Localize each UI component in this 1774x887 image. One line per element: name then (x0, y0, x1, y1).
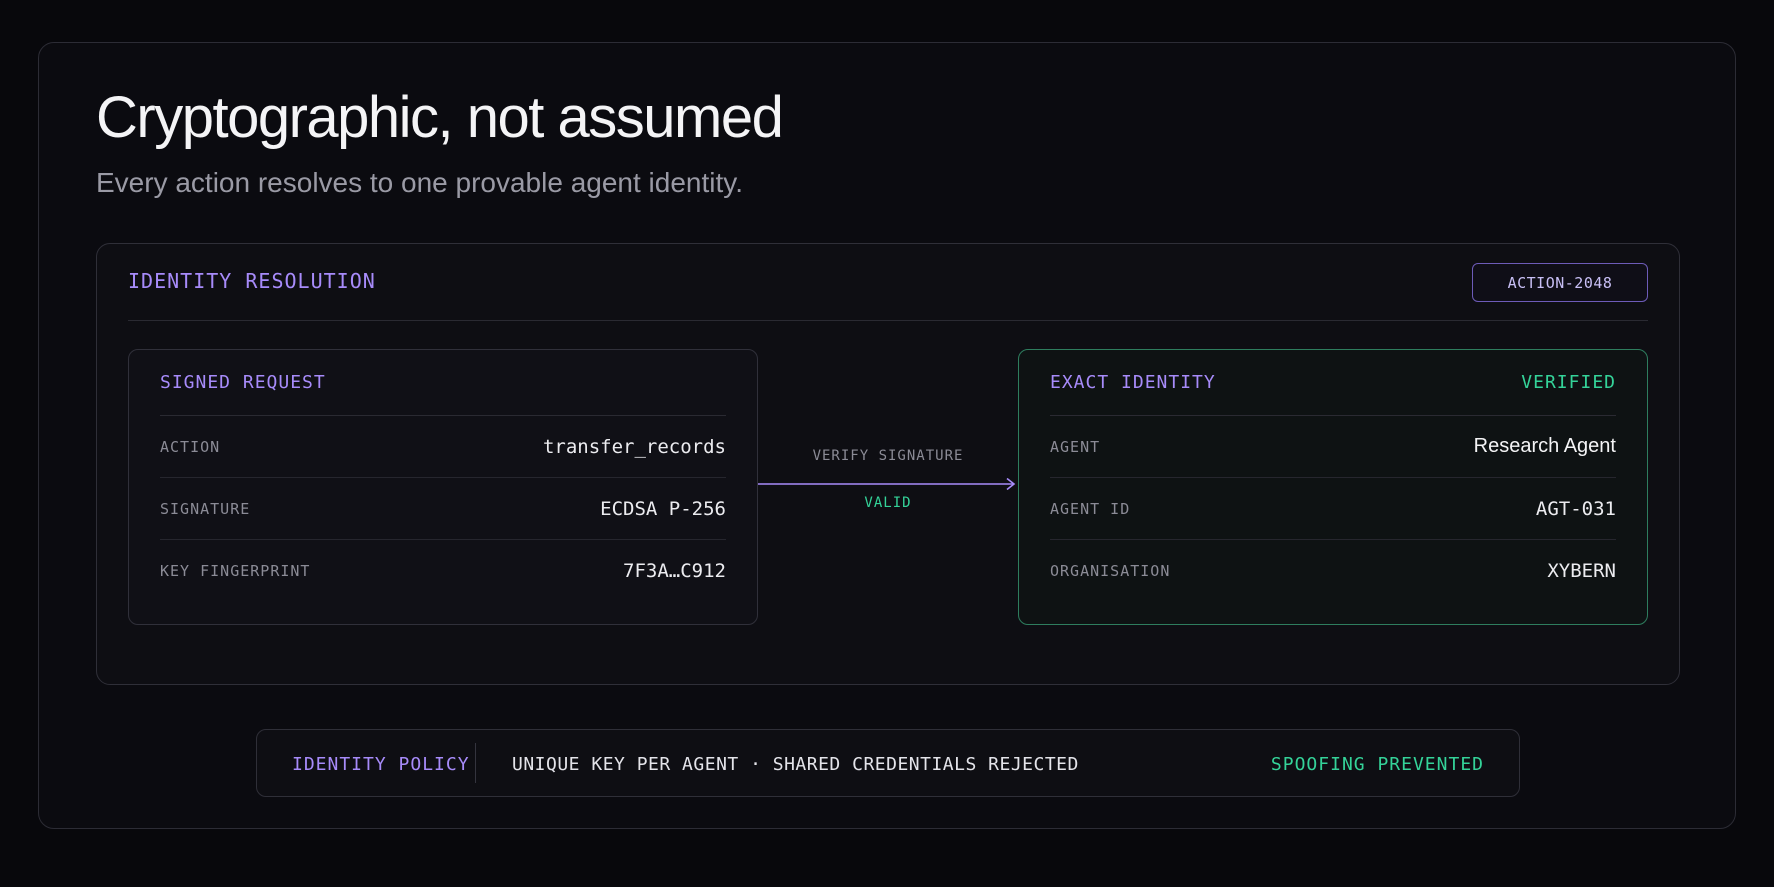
page-title: Cryptographic, not assumed (96, 85, 784, 150)
detail-row-agent: AGENT Research Agent (1050, 416, 1616, 478)
action-id-badge: ACTION-2048 (1472, 263, 1648, 302)
panel-title: IDENTITY RESOLUTION (128, 269, 376, 293)
page-subtitle: Every action resolves to one provable ag… (96, 167, 743, 198)
policy-divider (475, 743, 476, 783)
detail-row-key-fingerprint: KEY FINGERPRINT 7F3A…C912 (160, 540, 726, 602)
exact-identity-card: EXACT IDENTITY VERIFIED AGENT Research A… (1018, 349, 1648, 625)
identity-policy-bar: IDENTITY POLICY UNIQUE KEY PER AGENT · S… (256, 729, 1520, 797)
detail-row-action: ACTION transfer_records (160, 416, 726, 478)
detail-row-agent-id: AGENT ID AGT-031 (1050, 478, 1616, 540)
identity-resolution-panel: IDENTITY RESOLUTION ACTION-2048 SIGNED R… (96, 243, 1680, 685)
detail-row-signature: SIGNATURE ECDSA P-256 (160, 478, 726, 540)
row-value: transfer_records (542, 435, 726, 458)
signed-request-card: SIGNED REQUEST ACTION transfer_records S… (128, 349, 758, 625)
detail-row-organisation: ORGANISATION XYBERN (1050, 540, 1616, 602)
row-value: Research Agent (1473, 435, 1616, 457)
row-value: XYBERN (1547, 560, 1616, 582)
exact-identity-title: EXACT IDENTITY (1050, 372, 1216, 393)
row-label: SIGNATURE (160, 499, 251, 518)
policy-text: UNIQUE KEY PER AGENT · SHARED CREDENTIAL… (512, 753, 1079, 775)
main-card: Cryptographic, not assumed Every action … (38, 42, 1736, 829)
row-label: AGENT ID (1050, 499, 1131, 518)
row-label: AGENT (1050, 437, 1101, 456)
row-value: AGT-031 (1535, 497, 1616, 520)
policy-label: IDENTITY POLICY (292, 753, 470, 775)
panel-divider (128, 320, 1648, 321)
verify-connector: VERIFY SIGNATURE VALID (758, 449, 1018, 529)
row-label: ORGANISATION (1050, 562, 1171, 580)
policy-status: SPOOFING PREVENTED (1270, 753, 1484, 775)
arrow-right-icon (758, 478, 1016, 490)
signed-request-title: SIGNED REQUEST (160, 372, 326, 393)
valid-status-label: VALID (864, 495, 912, 511)
exact-identity-header: EXACT IDENTITY VERIFIED (1050, 350, 1616, 416)
verified-status: VERIFIED (1521, 372, 1616, 393)
row-label: KEY FINGERPRINT (160, 562, 311, 580)
signed-request-header: SIGNED REQUEST (160, 350, 726, 416)
row-value: ECDSA P-256 (600, 497, 726, 520)
row-value: 7F3A…C912 (623, 560, 726, 582)
row-label: ACTION (160, 437, 221, 456)
verify-signature-label: VERIFY SIGNATURE (812, 448, 964, 464)
